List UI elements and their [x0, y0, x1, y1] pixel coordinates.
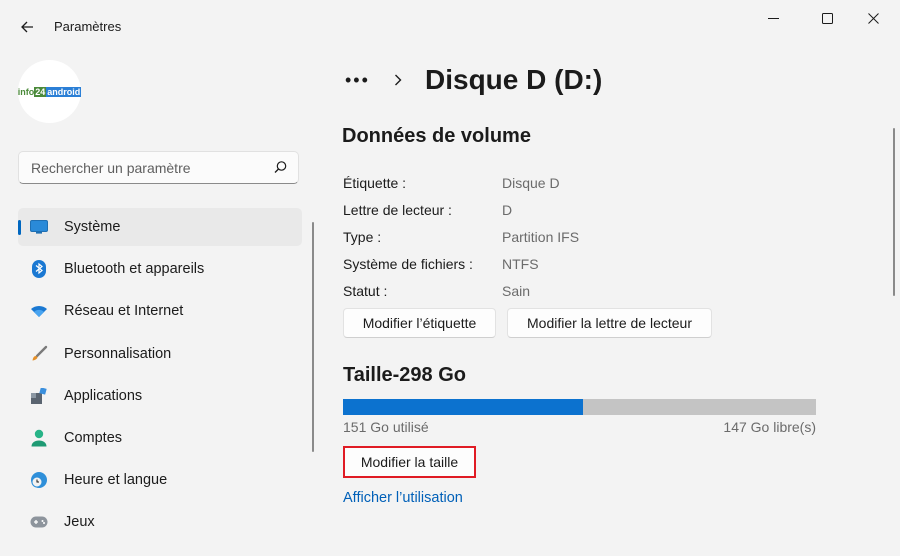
- minimize-button[interactable]: [762, 10, 784, 26]
- maximize-button[interactable]: [816, 10, 838, 26]
- app-title: Paramètres: [54, 19, 122, 34]
- property-label: Système de fichiers :: [343, 256, 473, 272]
- search-box[interactable]: [18, 151, 299, 184]
- monitor-icon: [30, 218, 48, 236]
- account-icon: [30, 429, 48, 447]
- property-value: D: [502, 202, 513, 218]
- used-space-text: 151 Go utilisé: [343, 419, 429, 435]
- sidebar-item-applications[interactable]: Applications: [18, 377, 302, 415]
- globe-clock-icon: [30, 471, 48, 489]
- property-row-drive-letter: Lettre de lecteur : D: [343, 197, 743, 224]
- property-value: Sain: [502, 283, 531, 299]
- storage-usage-fill: [343, 399, 583, 415]
- sidebar-item-label: Comptes: [64, 429, 123, 446]
- sidebar-item-label: Heure et langue: [64, 472, 168, 489]
- user-avatar-logo[interactable]: info24 android: [17, 60, 82, 123]
- back-button[interactable]: [14, 14, 40, 40]
- info24android-logo: info24 android: [17, 86, 82, 97]
- sidebar-item-bluetooth[interactable]: Bluetooth et appareils: [18, 250, 302, 288]
- sidebar-item-systeme[interactable]: Système: [18, 208, 302, 246]
- sidebar-item-label: Bluetooth et appareils: [64, 261, 205, 278]
- property-row-label: Étiquette : Disque D: [343, 170, 743, 197]
- search-icon[interactable]: [273, 160, 288, 175]
- chevron-right-icon: [385, 74, 411, 86]
- edit-label-button[interactable]: Modifier l’étiquette: [343, 308, 496, 338]
- main-scrollbar[interactable]: [893, 128, 895, 296]
- property-label: Étiquette :: [343, 175, 407, 191]
- storage-usage-bar: [343, 399, 816, 415]
- breadcrumb-more-button[interactable]: •••: [345, 70, 385, 91]
- property-row-status: Statut : Sain: [343, 278, 743, 305]
- sidebar-item-comptes[interactable]: Comptes: [18, 419, 302, 457]
- brush-icon: [30, 345, 48, 363]
- property-row-type: Type : Partition IFS: [343, 224, 743, 251]
- free-space-text: 147 Go libre(s): [723, 419, 816, 435]
- gamepad-icon: [30, 513, 48, 531]
- sidebar-item-label: Personnalisation: [64, 345, 172, 362]
- sidebar-item-label: Jeux: [64, 514, 95, 531]
- sidebar-item-personnalisation[interactable]: Personnalisation: [18, 335, 302, 373]
- apps-icon: [30, 387, 48, 405]
- sidebar-item-label: Applications: [64, 387, 143, 404]
- sidebar-item-reseau[interactable]: Réseau et Internet: [18, 292, 302, 330]
- resize-button[interactable]: Modifier la taille: [343, 446, 476, 478]
- sidebar-item-label: Système: [64, 219, 121, 235]
- bluetooth-icon: [30, 260, 48, 279]
- property-value: NTFS: [502, 256, 539, 272]
- title-bar: Paramètres: [0, 0, 900, 52]
- sidebar-item-jeux[interactable]: Jeux: [18, 503, 302, 541]
- property-value: Partition IFS: [502, 229, 580, 245]
- property-value: Disque D: [502, 175, 560, 191]
- sidebar-nav: Système Bluetooth et appareils Réseau et…: [18, 208, 302, 546]
- wifi-icon: [30, 302, 48, 320]
- size-section-title: Taille-298 Go: [343, 364, 467, 386]
- close-button[interactable]: [862, 10, 884, 26]
- page-title: Disque D (D:): [425, 64, 603, 95]
- sidebar-item-label: Réseau et Internet: [64, 303, 184, 320]
- property-row-filesystem: Système de fichiers : NTFS: [343, 251, 743, 278]
- minimize-icon: [767, 17, 779, 19]
- volume-section-title: Données de volume: [342, 125, 531, 147]
- breadcrumb: ••• Disque D (D:): [345, 60, 602, 100]
- search-input[interactable]: [29, 159, 263, 177]
- view-usage-link[interactable]: Afficher l’utilisation: [343, 490, 463, 506]
- edit-drive-letter-button[interactable]: Modifier la lettre de lecteur: [507, 308, 712, 338]
- maximize-icon: [821, 12, 833, 24]
- close-icon: [867, 12, 879, 24]
- property-label: Type :: [343, 229, 382, 245]
- sidebar-scrollbar[interactable]: [312, 222, 314, 452]
- property-label: Statut :: [343, 283, 388, 299]
- property-label: Lettre de lecteur :: [343, 202, 452, 218]
- sidebar-item-heure-langue[interactable]: Heure et langue: [18, 461, 302, 499]
- back-arrow-icon: [21, 21, 33, 33]
